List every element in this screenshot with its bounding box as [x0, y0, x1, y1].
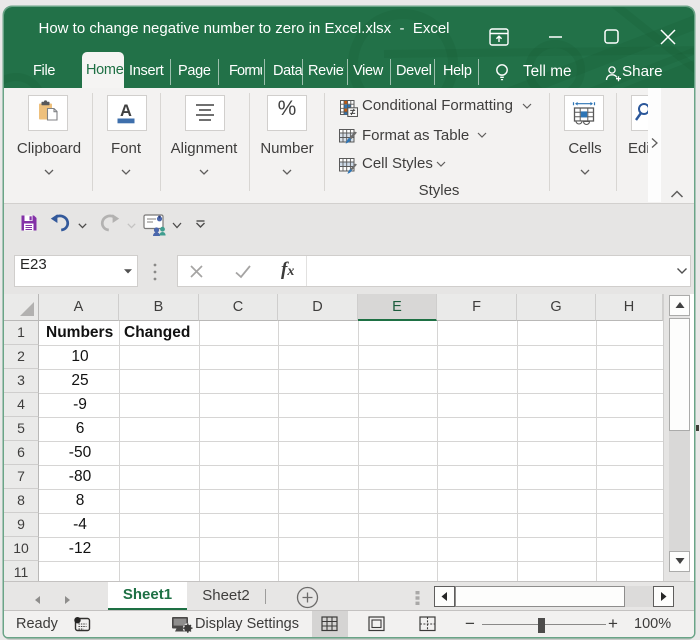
- svg-text:A: A: [120, 102, 132, 120]
